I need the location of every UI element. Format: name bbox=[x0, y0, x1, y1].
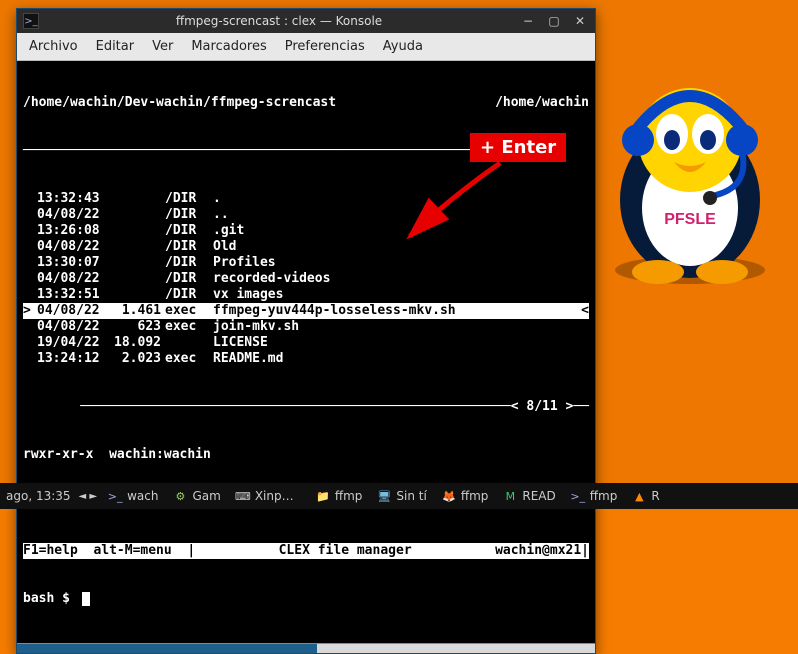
path-line: /home/wachin/Dev-wachin/ffmpeg-screncast… bbox=[23, 95, 589, 111]
taskbar-item[interactable]: ⌨Xinput G bbox=[233, 488, 303, 504]
taskbar-item[interactable]: 🖥Sin tí bbox=[374, 488, 428, 504]
mascot-text: PFSLE bbox=[664, 211, 716, 228]
file-row[interactable]: 04/08/22623 exec join-mkv.sh bbox=[23, 319, 589, 335]
perms-line: rwxr-xr-x wachin:wachin bbox=[23, 447, 589, 463]
file-row[interactable]: 13:30:07 /DIR Profiles bbox=[23, 255, 589, 271]
taskbar-item[interactable]: 🦊ffmp bbox=[439, 488, 491, 504]
konsole-window: >_ ffmpeg-screncast : clex — Konsole − ▢… bbox=[16, 8, 596, 654]
footer-help: F1=help alt-M=menu | bbox=[23, 543, 195, 559]
cwd-right: /home/wachin bbox=[495, 95, 589, 111]
taskbar-item[interactable]: MREAD bbox=[500, 488, 557, 504]
taskbar-item[interactable]: >_ffmp bbox=[568, 488, 620, 504]
taskbar-item[interactable]: 📁ffmp bbox=[313, 488, 365, 504]
menubar: Archivo Editar Ver Marcadores Preferenci… bbox=[17, 33, 595, 61]
cwd-left: /home/wachin/Dev-wachin/ffmpeg-screncast bbox=[23, 95, 336, 111]
clex-footer: F1=help alt-M=menu | CLEX file manager w… bbox=[23, 543, 589, 559]
prompt-line[interactable]: bash $ bbox=[23, 591, 589, 607]
file-row[interactable]: 13:32:51 /DIR vx images bbox=[23, 287, 589, 303]
scrollbar-horizontal[interactable] bbox=[17, 643, 595, 653]
footer-title: CLEX file manager bbox=[195, 543, 495, 559]
scrollbar-thumb[interactable] bbox=[17, 644, 317, 653]
taskbar: ago, 13:35 ◄ ► >_wach ⚙Gam ⌨Xinput G 📁ffmp 🖥… bbox=[0, 483, 798, 509]
annotation-label: + Enter bbox=[470, 133, 566, 162]
taskbar-pager[interactable]: ◄ ► bbox=[79, 491, 98, 502]
terminal-icon: >_ bbox=[23, 13, 39, 29]
file-row[interactable]: 13:26:08 /DIR .git bbox=[23, 223, 589, 239]
menu-ver[interactable]: Ver bbox=[152, 39, 173, 54]
footer-user: wachin@mx21| bbox=[495, 543, 589, 559]
file-row[interactable]: 04/08/22 /DIR Old bbox=[23, 239, 589, 255]
file-row[interactable]: 13:32:43 /DIR . bbox=[23, 191, 589, 207]
taskbar-item[interactable]: ▲R bbox=[629, 488, 661, 504]
menu-archivo[interactable]: Archivo bbox=[29, 39, 78, 54]
file-row[interactable]: 04/08/22 /DIR recorded-videos bbox=[23, 271, 589, 287]
file-row[interactable]: 19/04/2218.092 LICENSE bbox=[23, 335, 589, 351]
taskbar-tasks: >_wach ⚙Gam ⌨Xinput G 📁ffmp 🖥Sin tí 🦊ffmp MREA… bbox=[105, 488, 792, 504]
taskbar-item[interactable]: ⚙Gam bbox=[170, 488, 222, 504]
text-cursor bbox=[82, 592, 90, 606]
menu-marcadores[interactable]: Marcadores bbox=[191, 39, 266, 54]
file-row[interactable]: 13:24:122.023 exec README.md bbox=[23, 351, 589, 367]
menu-editar[interactable]: Editar bbox=[96, 39, 135, 54]
menu-ayuda[interactable]: Ayuda bbox=[383, 39, 423, 54]
maximize-button[interactable]: ▢ bbox=[545, 14, 563, 28]
window-title: ffmpeg-screncast : clex — Konsole bbox=[47, 14, 511, 28]
mascot-tux: PFSLE bbox=[600, 70, 780, 290]
prompt-text: bash $ bbox=[23, 591, 78, 607]
taskbar-item[interactable]: >_wach bbox=[105, 488, 160, 504]
minimize-button[interactable]: − bbox=[519, 14, 537, 28]
taskbar-clock: ago, 13:35 bbox=[6, 489, 71, 503]
window-titlebar[interactable]: >_ ffmpeg-screncast : clex — Konsole − ▢… bbox=[17, 9, 595, 33]
file-row[interactable]: 04/08/22 /DIR .. bbox=[23, 207, 589, 223]
divider-counter: ────────────────────────────────────────… bbox=[23, 399, 589, 415]
file-listing: 13:32:43 /DIR . 04/08/22 /DIR .. 13:26:0… bbox=[23, 191, 589, 367]
file-row-selected[interactable]: >04/08/221.461 exec ffmpeg-yuv444p-losse… bbox=[23, 303, 589, 319]
menu-preferencias[interactable]: Preferencias bbox=[285, 39, 365, 54]
close-button[interactable]: ✕ bbox=[571, 14, 589, 28]
